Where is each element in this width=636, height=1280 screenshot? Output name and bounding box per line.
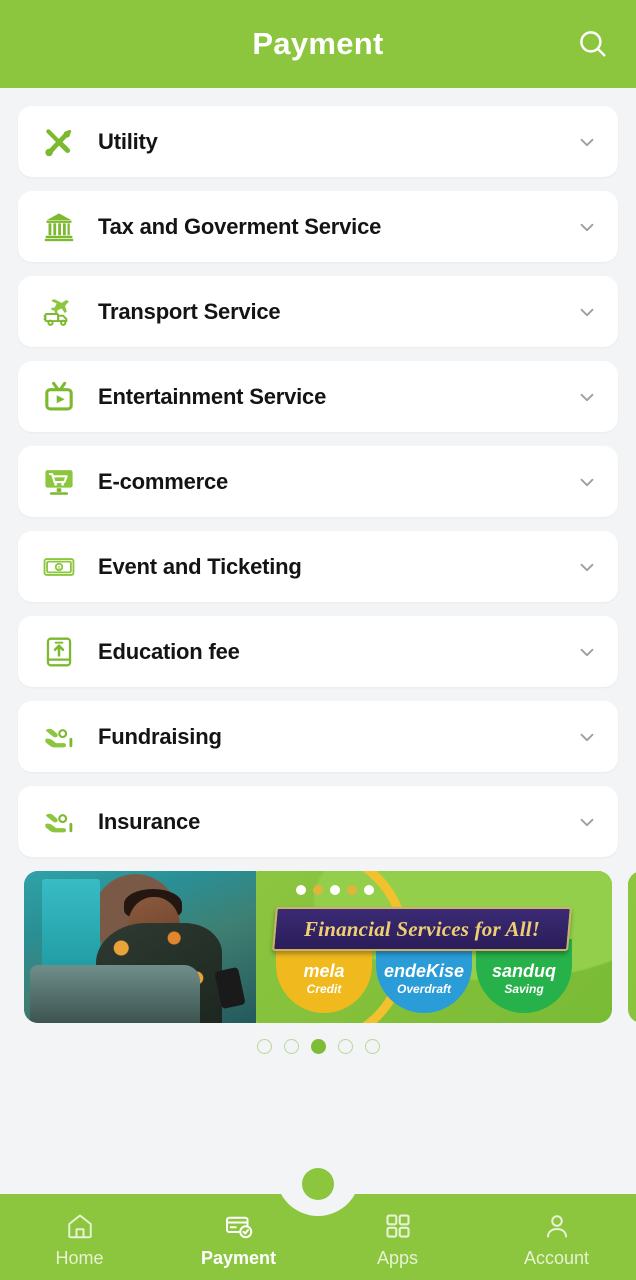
chevron-down-icon[interactable]: [574, 724, 600, 750]
service-sub: Overdraft: [396, 982, 452, 997]
search-icon[interactable]: [570, 21, 616, 67]
category-row-fundraising[interactable]: Fundraising: [18, 701, 618, 772]
app-header: Payment: [0, 0, 636, 88]
card-check-icon: [224, 1211, 254, 1241]
banner-headline-plaque: Financial Services for All!: [272, 907, 572, 951]
category-label: Fundraising: [98, 723, 222, 749]
category-row-insurance[interactable]: Insurance: [18, 786, 618, 857]
nav-label: Apps: [376, 1248, 419, 1268]
chevron-down-icon[interactable]: [574, 384, 600, 410]
nav-label: Home: [55, 1248, 104, 1268]
banner-decorative-dots: [296, 885, 374, 895]
service-sub: Saving: [504, 982, 544, 997]
category-label: Transport Service: [98, 298, 281, 324]
carousel-track[interactable]: Financial Services for All! mela Credit …: [24, 871, 636, 1023]
service-name: mela: [303, 960, 345, 981]
hand-coin-icon: [40, 718, 78, 756]
chevron-down-icon[interactable]: [574, 554, 600, 580]
chevron-down-icon[interactable]: [574, 214, 600, 240]
nav-label: Payment: [200, 1248, 277, 1268]
category-row-event-and-ticketing[interactable]: $ Event and Ticketing: [18, 531, 618, 602]
pager-dot-active[interactable]: [310, 1039, 326, 1054]
category-row-utility[interactable]: Utility: [18, 106, 618, 177]
page-title: Payment: [252, 26, 384, 61]
user-icon: [542, 1211, 572, 1241]
promo-banner-next[interactable]: [628, 871, 636, 1023]
nav-item-account[interactable]: Account: [477, 1194, 636, 1280]
home-icon: [65, 1211, 95, 1241]
grid-apps-icon: [383, 1211, 413, 1241]
government-building-icon: [40, 208, 78, 246]
payment-screen: Payment Utility Tax and Goverment Servic…: [0, 0, 636, 1280]
bottom-navigation-bar: Home Payment Apps Account: [0, 1168, 636, 1280]
category-row-education-fee[interactable]: Education fee: [18, 616, 618, 687]
category-label: Education fee: [98, 638, 240, 664]
pager-dot[interactable]: [256, 1039, 272, 1054]
service-name: sanduq: [491, 960, 556, 981]
chevron-down-icon[interactable]: [574, 129, 600, 155]
chevron-down-icon[interactable]: [574, 809, 600, 835]
book-upload-icon: [40, 633, 78, 671]
promo-banner-financial-services[interactable]: Financial Services for All! mela Credit …: [24, 871, 612, 1023]
chevron-down-icon[interactable]: [574, 299, 600, 325]
category-label: Utility: [98, 128, 158, 154]
photo-door: [42, 879, 100, 975]
category-label: Insurance: [98, 808, 201, 834]
chevron-down-icon[interactable]: [574, 469, 600, 495]
banner-headline: Financial Services for All!: [303, 916, 541, 941]
category-row-tax-and-goverment-service[interactable]: Tax and Goverment Service: [18, 191, 618, 262]
tools-icon: [40, 123, 78, 161]
category-label: Event and Ticketing: [98, 553, 302, 579]
nav-label: Account: [523, 1248, 590, 1268]
category-row-entertainment-service[interactable]: Entertainment Service: [18, 361, 618, 432]
photo-sewing-machine: [30, 965, 200, 1023]
banner-photo-seamstress: [24, 871, 256, 1023]
pager-dot[interactable]: [337, 1039, 353, 1054]
chevron-down-icon[interactable]: [574, 639, 600, 665]
nav-item-apps[interactable]: Apps: [318, 1194, 477, 1280]
nav-item-home[interactable]: Home: [0, 1194, 159, 1280]
pager-dot[interactable]: [364, 1039, 380, 1054]
ticket-icon: $: [40, 548, 78, 586]
service-name: endeKise: [383, 960, 465, 981]
nav-items: Home Payment Apps Account: [0, 1194, 636, 1280]
category-row-e-commerce[interactable]: E-commerce: [18, 446, 618, 517]
promo-carousel[interactable]: Financial Services for All! mela Credit …: [0, 871, 636, 1023]
category-label: Entertainment Service: [98, 383, 327, 409]
pager-dot[interactable]: [283, 1039, 299, 1054]
category-row-transport-service[interactable]: Transport Service: [18, 276, 618, 347]
category-label: Tax and Goverment Service: [98, 213, 382, 239]
category-list: Utility Tax and Goverment Service Transp…: [0, 88, 636, 857]
svg-text:$: $: [58, 564, 61, 570]
category-label: E-commerce: [98, 468, 229, 494]
carousel-pager[interactable]: [0, 1039, 636, 1054]
monitor-cart-icon: [40, 463, 78, 501]
banner-green-panel: [628, 871, 636, 1023]
service-sub: Credit: [306, 982, 342, 997]
transport-plane-truck-icon: [40, 293, 78, 331]
television-icon: [40, 378, 78, 416]
nav-item-payment[interactable]: Payment: [159, 1194, 318, 1280]
hand-coin-icon: [40, 803, 78, 841]
